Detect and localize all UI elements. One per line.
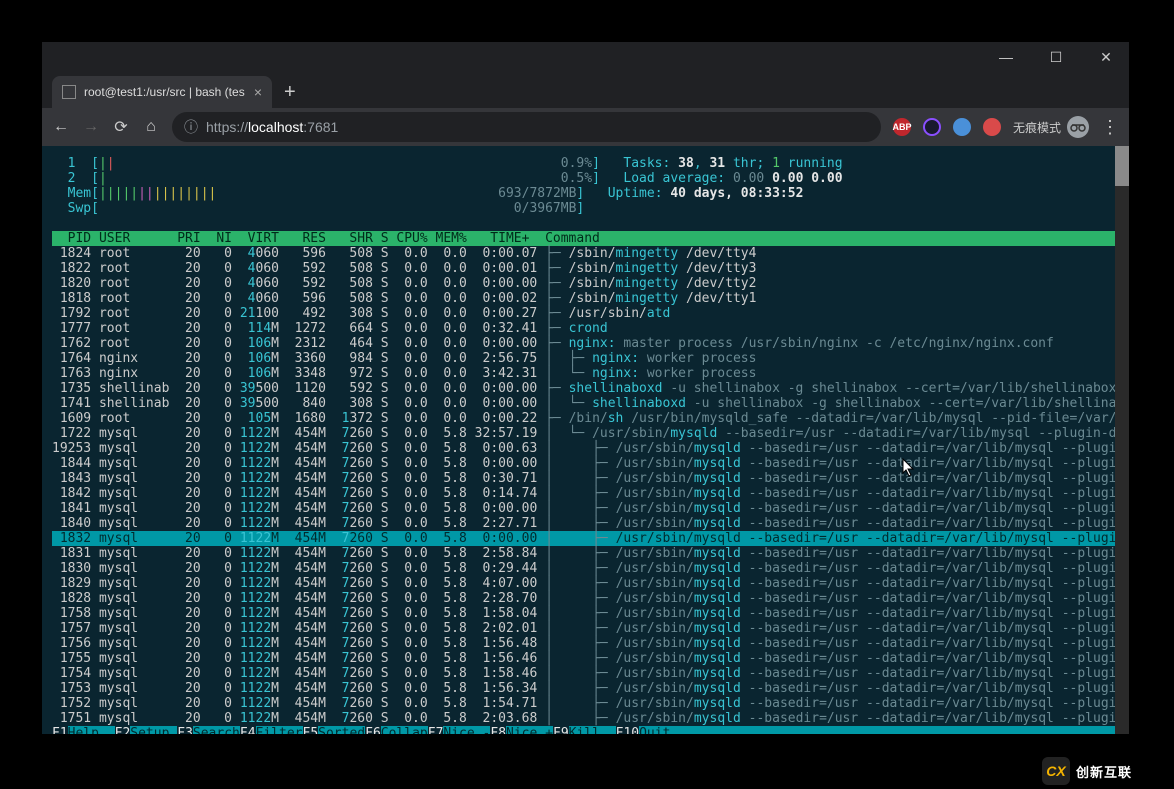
url-text: https://localhost:7681 — [206, 119, 338, 135]
window-titlebar: — ☐ ✕ — [42, 42, 1129, 72]
tab-favicon — [62, 85, 76, 99]
watermark-logo-icon: CX — [1042, 757, 1070, 785]
address-bar[interactable]: ⓘ https://localhost:7681 — [172, 112, 881, 142]
abp-extension-icon[interactable]: ABP — [893, 118, 911, 136]
site-info-icon[interactable]: ⓘ — [184, 117, 198, 137]
browser-window: — ☐ ✕ root@test1:/usr/src | bash (tes × … — [42, 42, 1129, 734]
window-close-button[interactable]: ✕ — [1091, 49, 1121, 66]
extension-icon-3[interactable] — [953, 118, 971, 136]
incognito-indicator: 无痕模式 — [1013, 116, 1089, 138]
tab-title: root@test1:/usr/src | bash (tes — [84, 85, 246, 99]
new-tab-button[interactable]: + — [272, 77, 308, 108]
window-maximize-button[interactable]: ☐ — [1041, 49, 1071, 66]
window-minimize-button[interactable]: — — [991, 49, 1021, 65]
browser-tab[interactable]: root@test1:/usr/src | bash (tes × — [52, 76, 272, 108]
incognito-label: 无痕模式 — [1013, 119, 1061, 136]
tab-close-button[interactable]: × — [254, 84, 262, 100]
extension-icon-4[interactable] — [983, 118, 1001, 136]
back-button[interactable]: ← — [52, 118, 70, 136]
browser-menu-button[interactable]: ⋮ — [1101, 117, 1119, 138]
watermark-text: 创新互联 — [1076, 762, 1132, 781]
forward-button[interactable]: → — [82, 118, 100, 136]
extension-icon-2[interactable] — [923, 118, 941, 136]
watermark: CX 创新互联 — [1034, 753, 1174, 789]
browser-toolbar: ← → ⟳ ⌂ ⓘ https://localhost:7681 ABP 无痕模… — [42, 108, 1129, 146]
terminal-output[interactable]: 1 [|| 0.9%] Tasks: 38, 31 thr; 1 running… — [42, 146, 1129, 734]
reload-button[interactable]: ⟳ — [112, 117, 130, 137]
scroll-thumb[interactable] — [1115, 146, 1129, 186]
tab-bar: root@test1:/usr/src | bash (tes × + — [42, 72, 1129, 108]
extension-icons: ABP — [893, 118, 1001, 136]
incognito-icon — [1067, 116, 1089, 138]
vertical-scrollbar[interactable] — [1115, 146, 1129, 734]
page-content: 1 [|| 0.9%] Tasks: 38, 31 thr; 1 running… — [42, 146, 1129, 734]
home-button[interactable]: ⌂ — [142, 118, 160, 136]
